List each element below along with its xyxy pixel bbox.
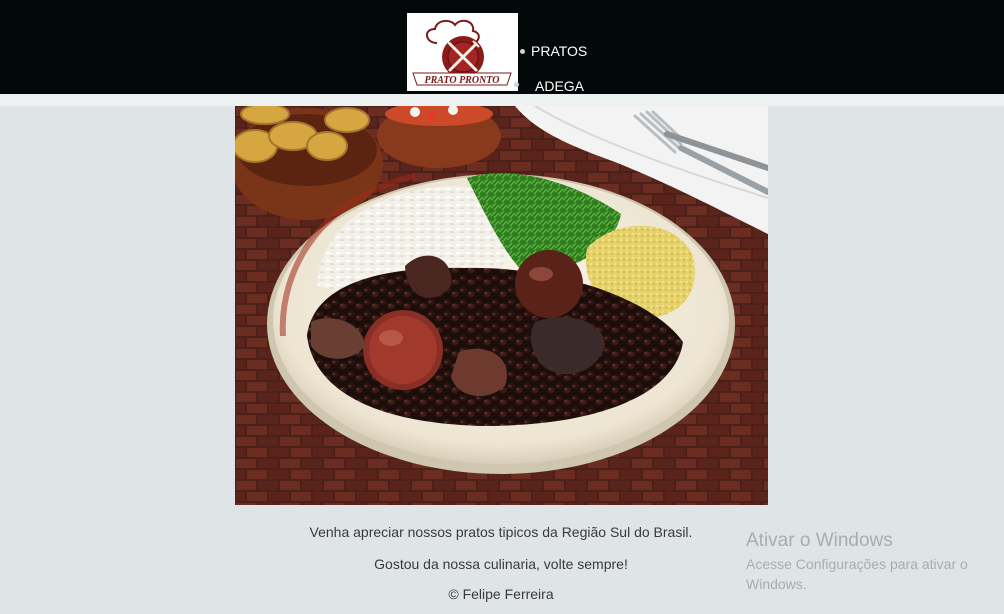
header-divider [0, 94, 1004, 106]
nav-item-label: ADEGA [535, 78, 585, 94]
nav-item-adega[interactable]: ADEGA [514, 78, 585, 94]
site-logo[interactable]: PRATO PRONTO [407, 13, 518, 91]
hero-image-feijoada [235, 106, 768, 505]
nav-item-pratos[interactable]: PRATOS [520, 43, 588, 59]
nav-item-label: PRATOS [531, 43, 588, 59]
watermark-title: Ativar o Windows [746, 530, 893, 551]
bullet-icon [514, 82, 519, 87]
logo-text: PRATO PRONTO [425, 75, 500, 86]
chef-hat-plate-icon: PRATO PRONTO [412, 19, 512, 86]
site-header: PRATO PRONTO PRATOS ADEGA [0, 0, 1004, 94]
main-nav: PRATOS ADEGA [510, 0, 630, 94]
watermark-subtitle: Acesse Configurações para ativar o Windo… [746, 556, 968, 592]
windows-activation-watermark: Ativar o Windows Acesse Configurações pa… [746, 530, 1004, 594]
bullet-icon [520, 49, 525, 54]
